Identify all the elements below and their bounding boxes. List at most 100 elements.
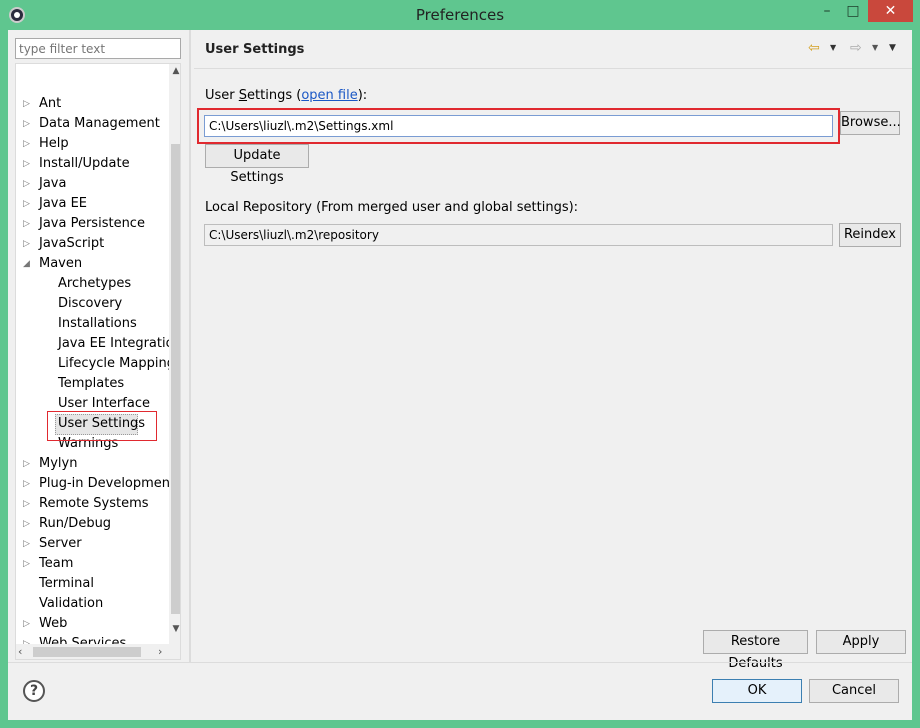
- scrollbar-thumb[interactable]: [33, 647, 141, 657]
- forward-arrow-icon[interactable]: ⇨: [850, 40, 862, 56]
- tree-item[interactable]: ▷ Web: [23, 614, 68, 634]
- annotation-highlight-box: [47, 411, 157, 441]
- panel-divider[interactable]: [189, 30, 191, 662]
- scroll-down-icon[interactable]: ▼: [169, 624, 180, 634]
- tree-item-label: Lifecycle Mappings: [58, 356, 181, 371]
- tree-item-label: Ant: [39, 96, 62, 111]
- tree-item[interactable]: ▷ Install/Update: [23, 154, 130, 174]
- tree-expand-icon[interactable]: ▷: [23, 134, 30, 154]
- tree-collapse-icon[interactable]: ◢: [23, 254, 30, 274]
- tree-expand-icon[interactable]: ▷: [23, 234, 30, 254]
- tree-item[interactable]: ▷ Mylyn: [23, 454, 78, 474]
- tree-item-label: Validation: [39, 596, 104, 611]
- tree-item[interactable]: Archetypes: [58, 274, 131, 294]
- tree-item-label: Archetypes: [58, 276, 132, 291]
- tree-item[interactable]: ◢ Maven: [23, 254, 83, 274]
- tree-item-label: JavaScript: [39, 236, 105, 251]
- tree-item-label: Help: [39, 136, 69, 151]
- tree-item[interactable]: Validation: [39, 594, 103, 614]
- tree-item-label: Run/Debug: [39, 516, 112, 531]
- tree-item[interactable]: ▷ Team: [23, 554, 74, 574]
- tree-expand-icon[interactable]: ▷: [23, 154, 30, 174]
- tree-item-label: Templates: [58, 376, 125, 391]
- update-settings-button[interactable]: Update Settings: [205, 144, 309, 185]
- tree-item-label: Discovery: [58, 296, 123, 311]
- footer-separator: [8, 662, 912, 663]
- maximize-button[interactable]: □: [844, 0, 862, 22]
- tree-item[interactable]: ▷ Run/Debug: [23, 514, 112, 534]
- tree-item-label: Terminal: [39, 576, 94, 591]
- header-separator: [194, 68, 912, 69]
- local-repository-input[interactable]: [204, 224, 833, 246]
- user-settings-input[interactable]: [204, 115, 833, 137]
- forward-menu-chevron-icon[interactable]: ▼: [872, 40, 878, 56]
- tree-expand-icon[interactable]: ▷: [23, 494, 30, 514]
- open-file-link[interactable]: open file: [301, 88, 357, 103]
- cancel-button[interactable]: Cancel: [809, 679, 899, 703]
- title-bar: Preferences – □ ✕: [0, 0, 920, 30]
- tree-item-label: Java EE: [39, 196, 88, 211]
- tree-item[interactable]: ▷ Data Management: [23, 114, 160, 134]
- tree-item-label: Team: [39, 556, 74, 571]
- tree-item-label: Java: [39, 176, 67, 191]
- tree-item[interactable]: ▷ Java: [23, 174, 67, 194]
- local-repository-label: Local Repository (From merged user and g…: [205, 200, 579, 215]
- tree-item-label: Java Persistence: [39, 216, 145, 231]
- scrollbar-thumb[interactable]: [171, 144, 180, 614]
- tree-item[interactable]: ▷ Java Persistence: [23, 214, 145, 234]
- tree-vertical-scrollbar[interactable]: ▲ ▼: [169, 64, 180, 644]
- tree-item-label: Data Management: [39, 116, 160, 131]
- tree-item[interactable]: Lifecycle Mappings: [58, 354, 181, 374]
- tree-item[interactable]: Terminal: [39, 574, 94, 594]
- tree-item-label: Install/Update: [39, 156, 130, 171]
- tree-expand-icon[interactable]: ▷: [23, 614, 30, 634]
- back-arrow-icon[interactable]: ⇦: [808, 40, 820, 56]
- ok-button[interactable]: OK: [712, 679, 802, 703]
- tree-expand-icon[interactable]: ▷: [23, 174, 30, 194]
- tree-expand-icon[interactable]: ▷: [23, 114, 30, 134]
- apply-button[interactable]: Apply: [816, 630, 906, 654]
- tree-item-label: Remote Systems: [39, 496, 149, 511]
- tree-item-label: Maven: [39, 256, 83, 271]
- restore-defaults-button[interactable]: Restore Defaults: [703, 630, 808, 671]
- help-icon[interactable]: ?: [23, 680, 45, 702]
- tree-expand-icon[interactable]: ▷: [23, 474, 30, 494]
- tree-item[interactable]: ▷ Server: [23, 534, 82, 554]
- tree-expand-icon[interactable]: ▷: [23, 194, 30, 214]
- tree-item[interactable]: Templates: [58, 374, 124, 394]
- tree-item-label: Mylyn: [39, 456, 78, 471]
- scroll-up-icon[interactable]: ▲: [169, 66, 180, 76]
- tree-item-label: User Interface: [58, 396, 150, 411]
- tree-expand-icon[interactable]: ▷: [23, 94, 30, 114]
- tree-item[interactable]: ▷ Ant: [23, 94, 62, 114]
- tree-item-label: Server: [39, 536, 82, 551]
- tree-expand-icon[interactable]: ▷: [23, 554, 30, 574]
- tree-expand-icon[interactable]: ▷: [23, 214, 30, 234]
- filter-input[interactable]: [15, 38, 181, 59]
- preferences-tree[interactable]: ▷ Ant ▷ Data Management ▷ Help ▷ Install/Update…: [15, 63, 181, 660]
- tree-item[interactable]: ▷ Plug-in Development: [23, 474, 176, 494]
- browse-button[interactable]: Browse...: [840, 111, 901, 135]
- tree-item-label: Web: [39, 616, 68, 631]
- tree-expand-icon[interactable]: ▷: [23, 514, 30, 534]
- tree-item[interactable]: Java EE Integration: [58, 334, 181, 354]
- tree-item-label: Plug-in Development: [39, 476, 176, 491]
- tree-item[interactable]: ▷ JavaScript: [23, 234, 105, 254]
- tree-item[interactable]: Discovery: [58, 294, 122, 314]
- tree-horizontal-scrollbar[interactable]: ‹ ›: [16, 644, 180, 659]
- scroll-right-icon[interactable]: ›: [158, 645, 162, 658]
- scroll-left-icon[interactable]: ‹: [18, 645, 22, 658]
- tree-item-label: Java EE Integration: [58, 336, 181, 351]
- reindex-button[interactable]: Reindex: [839, 223, 901, 247]
- close-button[interactable]: ✕: [868, 0, 913, 22]
- tree-expand-icon[interactable]: ▷: [23, 534, 30, 554]
- minimize-button[interactable]: –: [818, 0, 836, 22]
- tree-item[interactable]: Installations: [58, 314, 137, 334]
- tree-item[interactable]: ▷ Help: [23, 134, 69, 154]
- tree-item[interactable]: ▷ Remote Systems: [23, 494, 149, 514]
- tree-item[interactable]: ▷ Java EE: [23, 194, 88, 214]
- tree-expand-icon[interactable]: ▷: [23, 454, 30, 474]
- dialog-client-area: ▷ Ant ▷ Data Management ▷ Help ▷ Install/Update…: [8, 30, 912, 720]
- back-menu-chevron-icon[interactable]: ▼: [830, 40, 836, 56]
- view-menu-icon[interactable]: ▼: [889, 40, 896, 56]
